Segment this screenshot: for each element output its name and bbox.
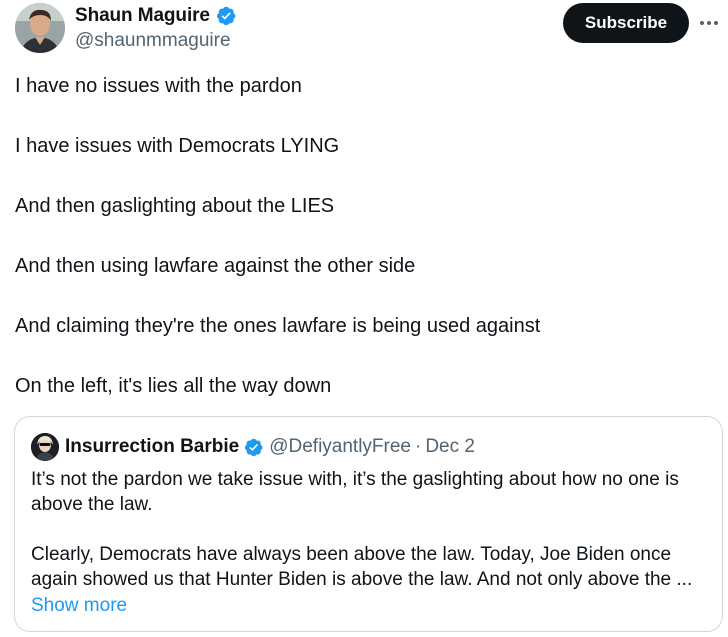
quoted-paragraph: It’s not the pardon we take issue with, …: [31, 469, 679, 515]
quoted-tweet-text: It’s not the pardon we take issue with, …: [31, 467, 711, 592]
more-horizontal-icon[interactable]: [697, 13, 721, 33]
tweet-line: I have no issues with the pardon: [15, 75, 302, 97]
tweet-line: And then using lawfare against the other…: [15, 255, 416, 277]
separator-dot: ·: [415, 436, 422, 457]
verified-badge-icon: [245, 438, 263, 456]
quoted-tweet-card[interactable]: Insurrection Barbie @DefiyantlyFree · De…: [14, 416, 723, 632]
show-more-link[interactable]: Show more: [31, 593, 127, 618]
author-name-row[interactable]: Shaun Maguire: [75, 5, 237, 27]
tweet-line: And claiming they're the ones lawfare is…: [15, 315, 541, 337]
tweet-text: I have no issues with the pardon I have …: [15, 72, 715, 432]
quoted-tweet-header: Insurrection Barbie @DefiyantlyFree · De…: [31, 433, 475, 461]
tweet-line: I have issues with Democrats LYING: [15, 135, 340, 157]
author-handle[interactable]: @shaunmmaguire: [75, 30, 231, 52]
tweet-line: And then gaslighting about the LIES: [15, 195, 335, 217]
quoted-paragraph: Clearly, Democrats have always been abov…: [31, 544, 693, 590]
quoted-author-avatar[interactable]: [31, 433, 59, 461]
quoted-author-handle[interactable]: @DefiyantlyFree: [269, 436, 411, 458]
quoted-author-name[interactable]: Insurrection Barbie: [65, 436, 239, 458]
tweet: Shaun Maguire @shaunmmaguire Subscribe I…: [0, 0, 728, 637]
verified-badge-icon: [216, 6, 236, 26]
author-name[interactable]: Shaun Maguire: [75, 5, 210, 27]
subscribe-button[interactable]: Subscribe: [563, 3, 689, 43]
avatar-photo-icon: [31, 433, 59, 461]
quoted-tweet-date[interactable]: Dec 2: [425, 436, 475, 458]
author-avatar[interactable]: [15, 3, 65, 53]
avatar-photo-icon: [15, 3, 65, 53]
